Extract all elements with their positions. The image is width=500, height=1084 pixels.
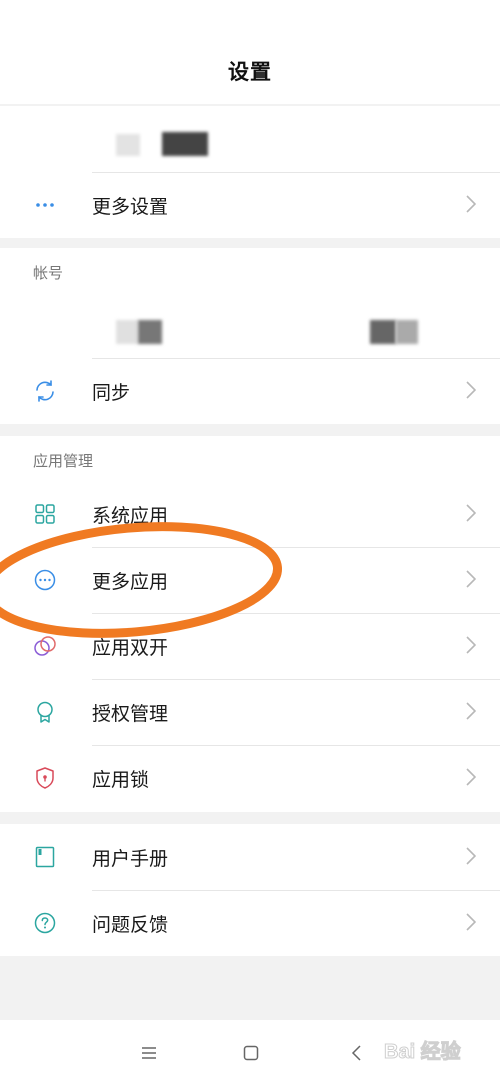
back-chevron-icon[interactable]	[346, 1042, 368, 1064]
chevron-right-icon	[466, 702, 476, 720]
chevron-right-icon	[466, 768, 476, 786]
row-label: 应用双开	[92, 637, 169, 659]
watermark-logo: Bai 经验	[384, 1039, 462, 1064]
manual-book-icon	[35, 846, 55, 868]
chevron-right-icon	[466, 195, 476, 213]
chevron-right-icon	[466, 847, 476, 865]
baidu-watermark: Bai 经验	[382, 1028, 492, 1072]
section-app-management: 应用管理 系统应用 更多应用 应用双开 授权管理 应用锁	[0, 436, 500, 812]
chevron-right-icon	[466, 636, 476, 654]
row-label: 用户手册	[92, 848, 169, 870]
section-label-apps: 应用管理	[33, 452, 94, 470]
section-account: 帐号 同步	[0, 248, 500, 424]
settings-row-user-manual[interactable]: 用户手册	[0, 824, 500, 890]
redacted-block	[138, 320, 162, 344]
dual-app-icon	[34, 636, 56, 656]
grid-icon	[35, 504, 55, 524]
more-dots-icon	[36, 203, 54, 207]
row-label: 问题反馈	[92, 914, 169, 936]
row-label: 更多应用	[92, 571, 169, 593]
header-bar: 设置	[0, 0, 500, 104]
settings-row-system-apps[interactable]: 系统应用	[0, 481, 500, 547]
settings-row-authorization[interactable]: 授权管理	[0, 679, 500, 745]
row-label: 应用锁	[92, 769, 150, 791]
row-label: 授权管理	[92, 703, 169, 725]
redacted-block	[162, 132, 208, 156]
settings-row-more-settings[interactable]: 更多设置	[0, 172, 500, 238]
section-top: 更多设置	[0, 106, 500, 238]
row-label: 更多设置	[92, 196, 169, 218]
home-square-icon[interactable]	[240, 1042, 262, 1064]
redacted-block	[116, 320, 138, 344]
more-circle-icon	[34, 569, 56, 591]
row-label: 同步	[92, 382, 131, 404]
watermark-text: Bai 经验	[384, 1039, 461, 1063]
settings-row-feedback[interactable]: 问题反馈	[0, 890, 500, 956]
sync-icon	[36, 380, 54, 402]
redacted-block	[116, 134, 140, 156]
section-label-account: 帐号	[33, 264, 64, 282]
authorization-icon	[37, 701, 53, 723]
chevron-right-icon	[466, 913, 476, 931]
redacted-block	[396, 320, 418, 344]
page-title: 设置	[228, 60, 272, 84]
settings-row-sync[interactable]: 同步	[0, 358, 500, 424]
settings-row-dual-apps[interactable]: 应用双开	[0, 613, 500, 679]
row-label: 系统应用	[92, 505, 169, 527]
settings-row-app-lock[interactable]: 应用锁	[0, 745, 500, 811]
section-help: 用户手册 问题反馈	[0, 824, 500, 956]
settings-row-more-apps[interactable]: 更多应用	[0, 547, 500, 613]
menu-icon[interactable]	[138, 1042, 160, 1064]
settings-screen: 设置 更多设置 帐号 同步 应用管理 系统应用 更多应用 应用双开 授权管理 应…	[0, 0, 500, 1084]
chevron-right-icon	[466, 381, 476, 399]
redacted-block	[370, 320, 396, 344]
shield-lock-icon	[36, 767, 54, 789]
chevron-right-icon	[466, 504, 476, 522]
chevron-right-icon	[466, 570, 476, 588]
question-circle-icon	[34, 912, 56, 934]
